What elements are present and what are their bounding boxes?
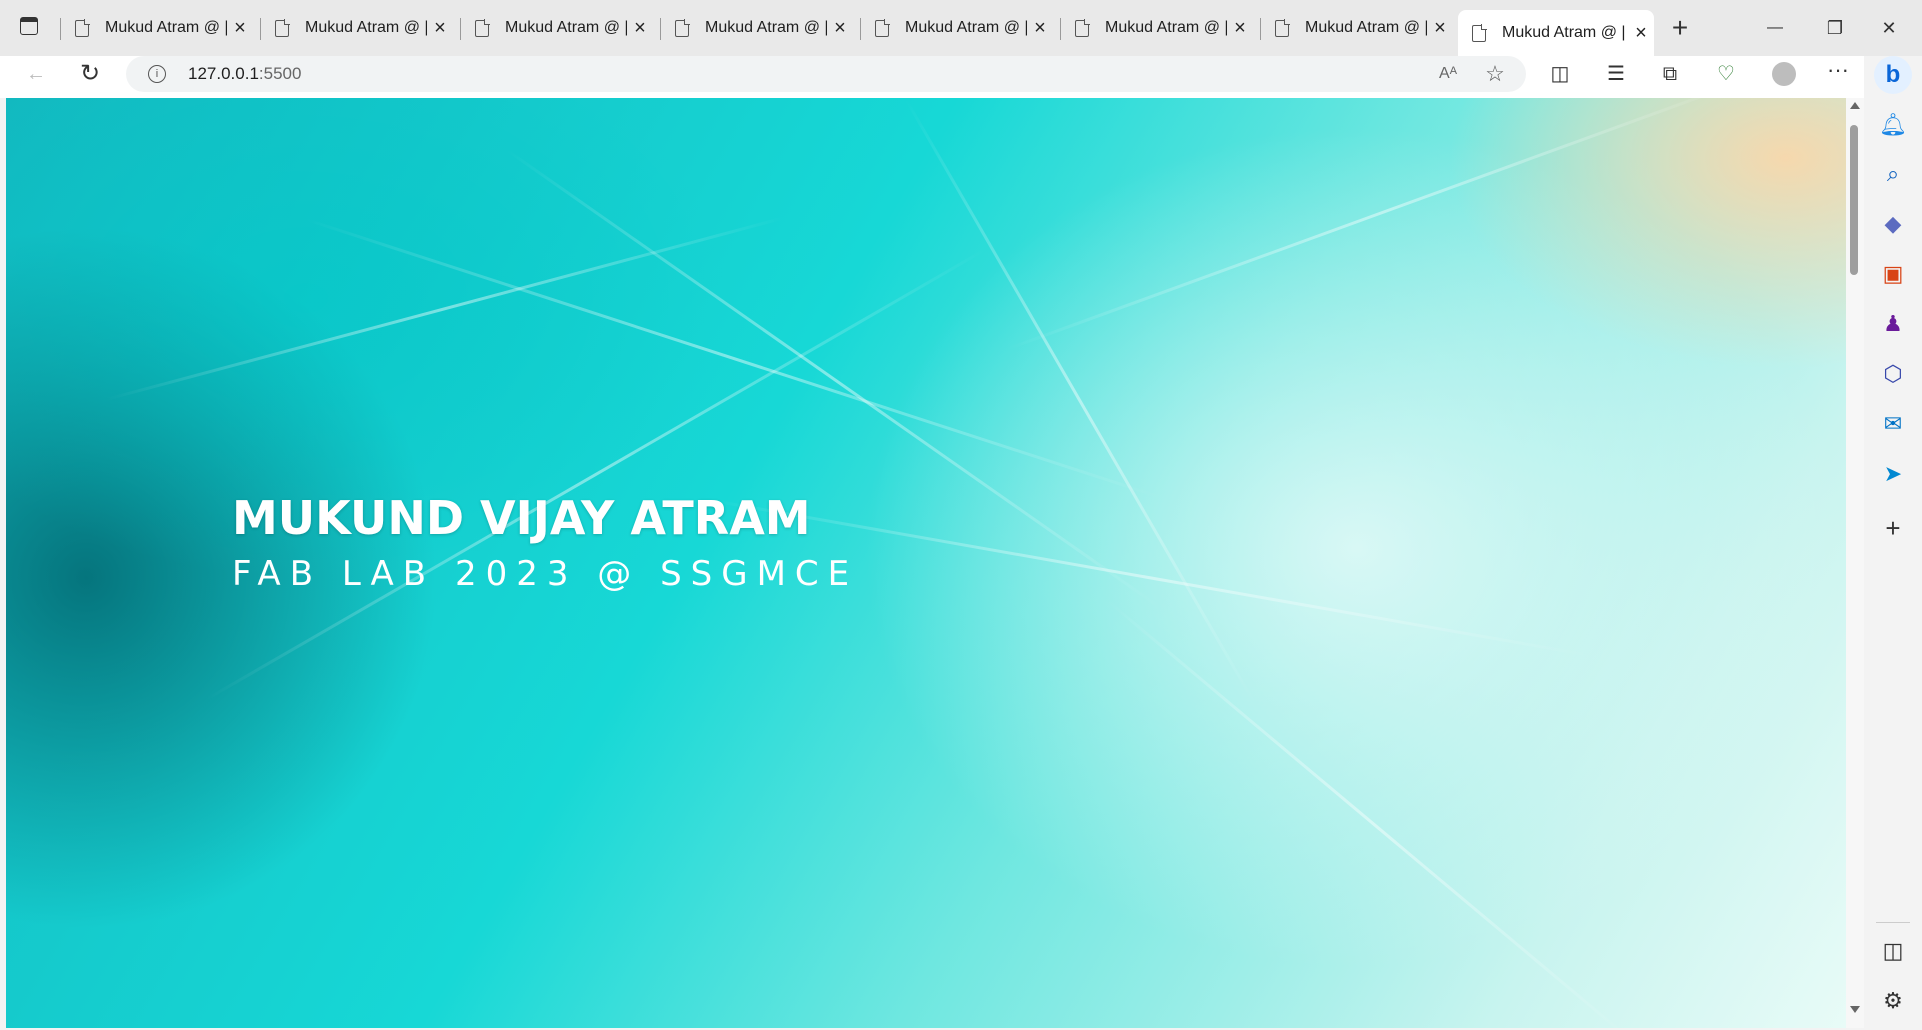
tab-title: Mukud Atram @ | — [1502, 24, 1626, 41]
tab-actions-icon[interactable] — [20, 17, 38, 35]
page-icon — [1075, 18, 1090, 37]
site-info-icon[interactable]: i — [148, 65, 166, 83]
refresh-icon[interactable]: ↻ — [72, 56, 108, 92]
send-icon[interactable]: ➤ — [1876, 457, 1910, 491]
close-tab-icon[interactable]: × — [1027, 17, 1053, 40]
tab-title: Mukud Atram @ | — [705, 19, 827, 36]
close-window-button[interactable]: ✕ — [1866, 10, 1912, 46]
settings-icon[interactable]: ⚙ — [1876, 984, 1910, 1018]
browser-tab-active[interactable]: Mukud Atram @ | × — [1458, 10, 1654, 56]
browser-essentials-icon[interactable]: ♡ — [1708, 56, 1744, 92]
close-tab-icon[interactable]: × — [227, 17, 253, 40]
favorites-icon[interactable]: ☰ — [1598, 56, 1634, 92]
sidebar-divider — [1876, 922, 1910, 923]
page-icon — [275, 18, 290, 37]
outlook-icon[interactable]: ✉ — [1876, 407, 1910, 441]
page-icon — [675, 18, 690, 37]
page-icon — [1275, 18, 1290, 37]
hero-heading: MUKUND VIJAY ATRAM FAB LAB 2023 @ SSGMCE — [232, 490, 858, 602]
bell-icon[interactable]: 🔔︎ — [1876, 108, 1910, 142]
read-aloud-icon[interactable]: Aᴬ — [1431, 56, 1465, 92]
minimize-button[interactable]: — — [1752, 10, 1798, 46]
back-arrow-icon[interactable]: ← — [18, 56, 54, 92]
url-text: 127.0.0.1:5500 — [188, 64, 301, 84]
url-host: 127.0.0.1 — [188, 64, 259, 83]
page-icon — [75, 18, 90, 37]
hero-background: MUKUND VIJAY ATRAM FAB LAB 2023 @ SSGMCE — [6, 98, 1846, 1028]
tab-title: Mukud Atram @ | — [305, 19, 427, 36]
address-bar[interactable]: i 127.0.0.1:5500 Aᴬ ☆ — [126, 56, 1526, 92]
collections-icon[interactable]: ⧉ — [1652, 56, 1688, 92]
close-tab-icon[interactable]: × — [827, 17, 853, 40]
copilot-icon[interactable]: ⬡ — [1876, 357, 1910, 391]
browser-tab[interactable]: Mukud Atram @ | × — [461, 10, 653, 46]
close-tab-icon[interactable]: × — [1628, 22, 1654, 45]
bing-copilot-icon[interactable]: b — [1874, 56, 1912, 94]
browser-tab[interactable]: Mukud Atram @ | × — [61, 10, 253, 46]
hero-name: MUKUND VIJAY ATRAM — [232, 491, 811, 545]
browser-tab[interactable]: Mukud Atram @ | × — [861, 10, 1053, 46]
tab-strip: Mukud Atram @ | × Mukud Atram @ | × Muku… — [0, 0, 1922, 56]
url-port: :5500 — [258, 64, 302, 83]
browser-tab[interactable]: Mukud Atram @ | × — [1261, 10, 1453, 46]
panel-icon[interactable]: ◫ — [1876, 934, 1910, 968]
tab-title: Mukud Atram @ | — [1105, 19, 1227, 36]
browser-tab[interactable]: Mukud Atram @ | × — [661, 10, 853, 46]
toolbox-icon[interactable]: ▣ — [1876, 257, 1910, 291]
close-tab-icon[interactable]: × — [427, 17, 453, 40]
tab-title: Mukud Atram @ | — [105, 19, 227, 36]
maximize-button[interactable]: ❐ — [1812, 10, 1858, 46]
close-tab-icon[interactable]: × — [1227, 17, 1253, 40]
close-tab-icon[interactable]: × — [1427, 17, 1453, 40]
search-icon[interactable]: ⌕ — [1876, 157, 1910, 191]
tab-title: Mukud Atram @ | — [505, 19, 627, 36]
browser-tab[interactable]: Mukud Atram @ | × — [1061, 10, 1253, 46]
close-tab-icon[interactable]: × — [627, 17, 653, 40]
page-icon — [475, 18, 490, 37]
more-options-icon[interactable]: ··· — [1820, 52, 1856, 88]
scroll-down-arrow-icon[interactable] — [1850, 1006, 1860, 1013]
favorite-star-icon[interactable]: ☆ — [1478, 56, 1512, 92]
scrollbar-thumb[interactable] — [1850, 125, 1858, 275]
new-tab-button[interactable]: + — [1662, 10, 1698, 46]
tab-title: Mukud Atram @ | — [1305, 19, 1427, 36]
plus-icon[interactable]: + — [1876, 511, 1910, 545]
chess-icon[interactable]: ♟ — [1876, 307, 1910, 341]
tab-title: Mukud Atram @ | — [905, 19, 1027, 36]
scroll-up-arrow-icon[interactable] — [1850, 102, 1860, 109]
browser-toolbar: ← ↻ i 127.0.0.1:5500 Aᴬ ☆ ◫ ☰ ⧉ ♡ ··· — [0, 56, 1922, 98]
hero-subtitle: FAB LAB 2023 @ SSGMCE — [232, 554, 859, 594]
profile-avatar[interactable] — [1772, 62, 1796, 86]
page-icon — [1472, 23, 1487, 42]
browser-tab[interactable]: Mukud Atram @ | × — [261, 10, 453, 46]
split-screen-icon[interactable]: ◫ — [1542, 56, 1578, 92]
page-icon — [875, 18, 890, 37]
tag-icon[interactable]: ◆ — [1876, 207, 1910, 241]
